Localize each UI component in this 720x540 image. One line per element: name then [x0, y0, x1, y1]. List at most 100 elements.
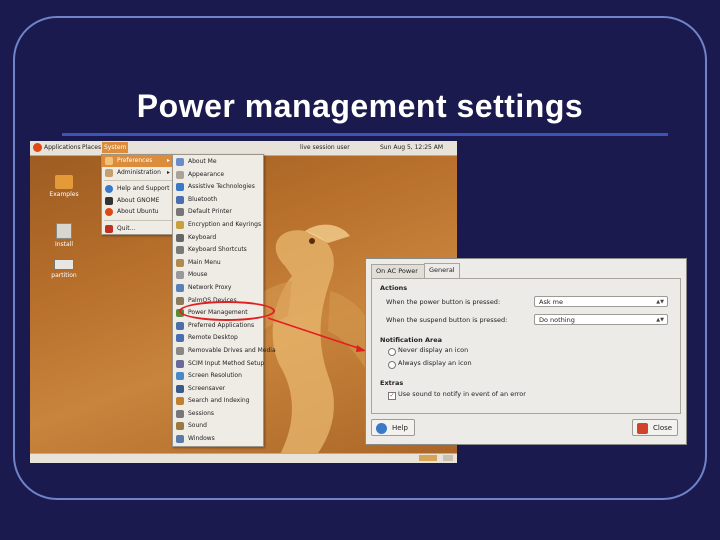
folder-icon: [55, 175, 73, 189]
scim-input-method-setup-icon: [176, 359, 184, 368]
menu-item-label: Quit...: [117, 224, 136, 232]
removable-drives-and-media-icon: [176, 346, 184, 355]
menu-item-network-proxy[interactable]: Network Proxy: [173, 282, 263, 295]
menu-item-help[interactable]: Help and Support: [102, 183, 174, 195]
menu-item-label: Encryption and Keyrings: [188, 220, 262, 228]
workspace-switcher[interactable]: [419, 455, 437, 461]
menu-item-label: Sessions: [188, 409, 215, 417]
folder-icon: [105, 168, 113, 177]
drive-icon: [54, 259, 74, 270]
default-printer-icon: [176, 208, 184, 217]
menu-item-label: Screensaver: [188, 384, 226, 392]
menu-item-search-and-indexing[interactable]: Search and Indexing: [173, 395, 263, 408]
menu-item-screen-resolution[interactable]: Screen Resolution: [173, 370, 263, 383]
menu-applications[interactable]: Applications: [44, 144, 81, 151]
menu-item-label: Keyboard Shortcuts: [188, 246, 247, 254]
desktop-icon-examples[interactable]: Examples: [42, 175, 86, 198]
close-button[interactable]: Close: [632, 419, 678, 436]
sound-notify-label: Use sound to notify in event of an error: [398, 390, 526, 398]
desktop-icon-label: partition: [51, 272, 77, 279]
menu-item-windows[interactable]: Windows: [173, 433, 263, 446]
bottom-panel: [30, 453, 457, 463]
menu-item-scim-input-method-setup[interactable]: SCIM Input Method Setup: [173, 358, 265, 371]
screen-resolution-icon: [176, 372, 184, 381]
main-menu-icon: [176, 258, 184, 267]
menu-item-label: Screen Resolution: [188, 372, 242, 380]
power-button-select[interactable]: Ask me ▲▼: [534, 296, 668, 307]
windows-icon: [176, 435, 184, 444]
menu-item-sessions[interactable]: Sessions: [173, 408, 263, 421]
menu-item-quit[interactable]: Quit...: [102, 223, 174, 235]
menu-item-default-printer[interactable]: Default Printer: [173, 206, 263, 219]
menu-places[interactable]: Places: [82, 144, 101, 151]
submenu-arrow-icon: ▸: [166, 168, 170, 176]
radio-always-label: Always display an icon: [398, 359, 472, 367]
menu-item-bluetooth[interactable]: Bluetooth: [173, 194, 263, 207]
menu-item-about-gnome[interactable]: About GNOME: [102, 195, 174, 207]
menu-item-sound[interactable]: Sound: [173, 420, 263, 433]
sound-notify-checkbox[interactable]: ✓: [388, 392, 396, 400]
menu-item-label: Preferences: [117, 157, 153, 164]
desktop-icon-install[interactable]: Install: [42, 223, 86, 248]
clock[interactable]: Sun Aug 5, 12:25 AM: [380, 144, 443, 151]
menu-item-main-menu[interactable]: Main Menu: [173, 257, 263, 270]
menu-item-administration[interactable]: Administration ▸: [102, 167, 174, 179]
trash-icon[interactable]: [443, 455, 453, 461]
title-underline: [62, 133, 668, 136]
menu-item-label: Remote Desktop: [188, 334, 238, 342]
menu-item-preferences[interactable]: Preferences ▸: [102, 155, 174, 167]
menu-item-mouse[interactable]: Mouse: [173, 269, 263, 282]
menu-item-keyboard-shortcuts[interactable]: Keyboard Shortcuts: [173, 244, 263, 257]
installer-icon: [56, 223, 72, 239]
chevron-updown-icon: ▲▼: [656, 317, 664, 323]
menu-item-appearance[interactable]: Appearance: [173, 169, 263, 182]
sessions-icon: [176, 409, 184, 418]
menu-system[interactable]: System: [102, 142, 129, 153]
menu-item-label: Removable Drives and Media: [188, 346, 276, 354]
menu-item-screensaver[interactable]: Screensaver: [173, 383, 263, 396]
menu-item-label: Assistive Technologies: [188, 183, 255, 191]
bluetooth-icon: [176, 195, 184, 204]
radio-never-label: Never display an icon: [398, 346, 469, 354]
menu-item-encryption-and-keyrings[interactable]: Encryption and Keyrings: [173, 219, 263, 232]
menu-item-label: Appearance: [188, 170, 225, 178]
mouse-icon: [176, 271, 184, 280]
menu-item-remote-desktop[interactable]: Remote Desktop: [173, 332, 263, 345]
menu-item-label: Administration: [117, 168, 161, 176]
menu-item-label: About Me: [188, 158, 217, 165]
general-panel: Actions When the power button is pressed…: [371, 278, 681, 414]
sound-icon: [176, 422, 184, 431]
remote-desktop-icon: [176, 334, 184, 343]
menu-item-about-ubuntu[interactable]: About Ubuntu: [102, 206, 174, 218]
menu-item-about-me[interactable]: About Me: [173, 156, 263, 169]
menu-item-label: Main Menu: [188, 258, 221, 266]
radio-never-display[interactable]: [388, 348, 396, 356]
help-icon: [376, 423, 387, 434]
select-value: Ask me: [539, 298, 563, 306]
menu-item-label: SCIM Input Method Setup: [188, 359, 265, 367]
close-button-label: Close: [653, 424, 673, 432]
menu-item-removable-drives-and-media[interactable]: Removable Drives and Media: [173, 345, 276, 358]
menu-item-label: Keyboard: [188, 233, 217, 241]
menu-item-label: Mouse: [188, 271, 208, 279]
menu-separator: [104, 180, 172, 181]
menu-item-keyboard[interactable]: Keyboard: [173, 232, 263, 245]
desktop-icon-label: Install: [54, 241, 74, 248]
menu-item-assistive-technologies[interactable]: Assistive Technologies: [173, 181, 263, 194]
preferred-applications-icon: [176, 321, 184, 330]
select-value: Do nothing: [539, 316, 575, 324]
menu-item-label: Preferred Applications: [188, 321, 255, 329]
tab-general[interactable]: General: [424, 263, 460, 279]
desktop-icon-partition[interactable]: partition: [42, 259, 86, 279]
actions-heading: Actions: [380, 284, 408, 292]
suspend-button-select[interactable]: Do nothing ▲▼: [534, 314, 668, 325]
screensaver-icon: [176, 384, 184, 393]
radio-always-display[interactable]: [388, 361, 396, 369]
help-button[interactable]: Help: [371, 419, 415, 436]
ubuntu-logo-icon[interactable]: [33, 143, 42, 152]
menu-item-preferred-applications[interactable]: Preferred Applications: [173, 320, 263, 333]
tab-on-ac-power[interactable]: On AC Power: [371, 264, 427, 278]
search-and-indexing-icon: [176, 397, 184, 406]
menu-item-label: Network Proxy: [188, 283, 232, 291]
menu-item-label: Help and Support: [117, 185, 170, 192]
